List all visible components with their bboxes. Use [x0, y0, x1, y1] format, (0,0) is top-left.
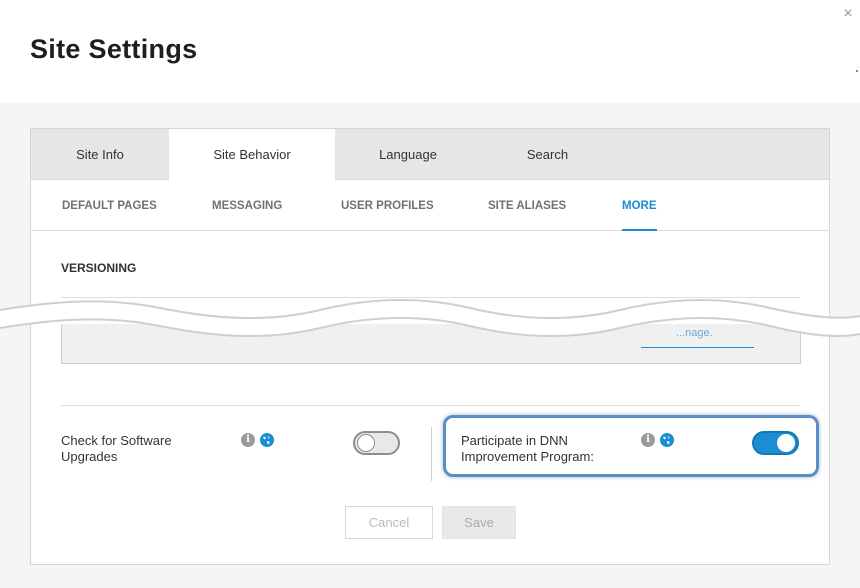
tab-language[interactable]: Language [335, 129, 481, 180]
globe-icon[interactable] [660, 433, 674, 447]
globe-icon[interactable] [260, 433, 274, 447]
subtab-user-profiles[interactable]: USER PROFILES [341, 181, 434, 231]
info-icon[interactable]: i [641, 433, 655, 447]
torn-edge-divider [0, 298, 860, 338]
software-upgrades-toggle[interactable] [353, 431, 400, 455]
subtab-messaging[interactable]: MESSAGING [212, 181, 282, 231]
toggle-knob [357, 434, 375, 452]
page-title: Site Settings [30, 34, 198, 64]
dnn-improvement-label: Participate in DNN Improvement Program: [461, 433, 594, 464]
dnn-improvement-toggle[interactable] [752, 431, 799, 455]
header-tick [856, 70, 858, 72]
software-upgrades-label: Check for Software Upgrades [61, 433, 172, 464]
settings-divider [61, 405, 800, 406]
vertical-divider [431, 427, 432, 481]
page: Site Settings × Site Info Site Behavior … [0, 0, 860, 588]
tab-site-behavior[interactable]: Site Behavior [169, 129, 335, 181]
subtab-more[interactable]: MORE [622, 181, 657, 231]
close-icon[interactable]: × [840, 6, 856, 22]
dialog-header: Site Settings × [0, 0, 860, 103]
subtab-site-aliases[interactable]: SITE ALIASES [488, 181, 566, 231]
tab-search[interactable]: Search [481, 129, 614, 180]
main-tabs: Site Info Site Behavior Language Search [31, 129, 829, 181]
info-icon[interactable]: i [241, 433, 255, 447]
sub-tabs: DEFAULT PAGES MESSAGING USER PROFILES SI… [31, 181, 829, 231]
tab-site-info[interactable]: Site Info [31, 129, 169, 180]
section-title-versioning: VERSIONING [61, 261, 137, 275]
subtab-default-pages[interactable]: DEFAULT PAGES [62, 181, 157, 231]
save-button[interactable]: Save [442, 506, 516, 539]
toggle-knob [777, 434, 795, 452]
cancel-button[interactable]: Cancel [345, 506, 433, 539]
